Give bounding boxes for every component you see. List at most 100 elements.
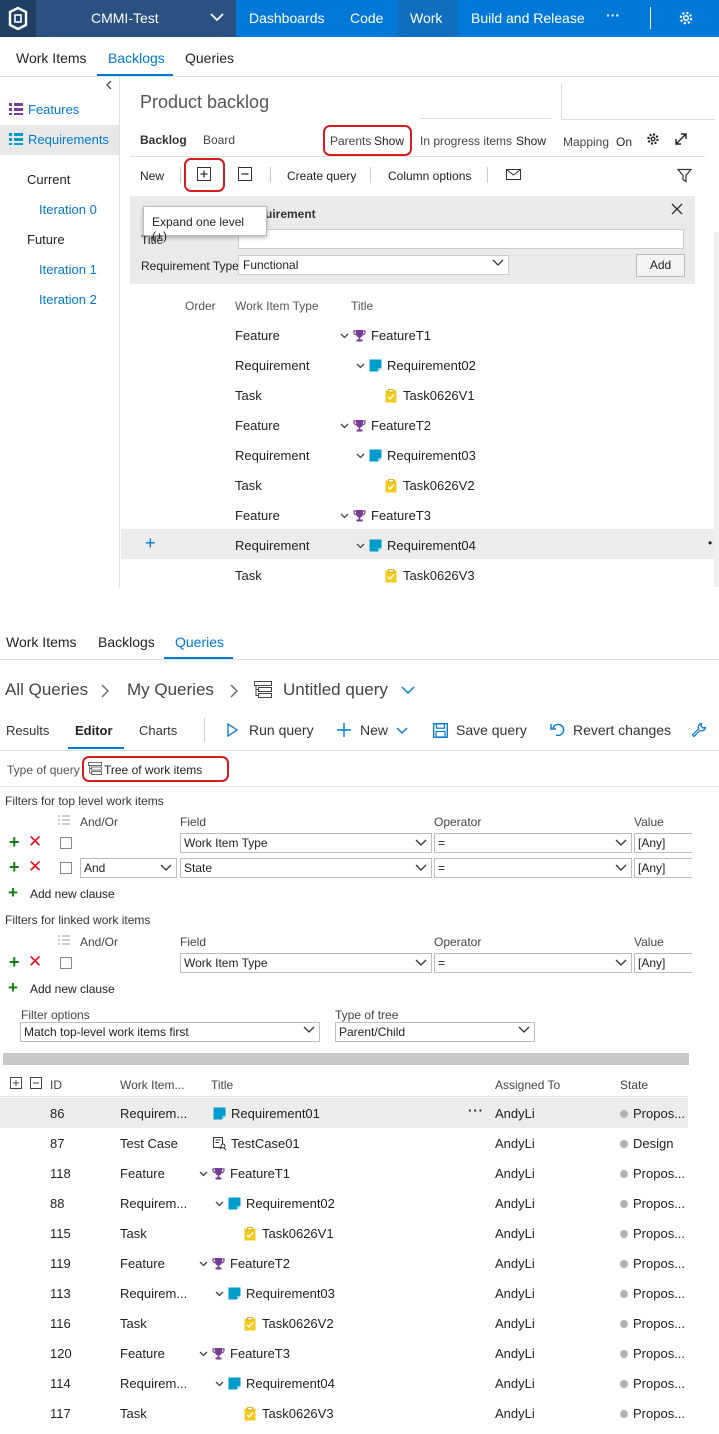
backlog-row-title[interactable]: Task0626V1 xyxy=(403,388,475,403)
clause-checkbox[interactable] xyxy=(60,957,72,969)
fullscreen-icon[interactable] xyxy=(674,132,688,146)
sidebar-item-features[interactable]: Features xyxy=(28,102,79,117)
sidebar-item-requirements[interactable]: Requirements xyxy=(28,132,109,147)
chevron-down-icon[interactable] xyxy=(215,1201,224,1207)
chevron-down-icon[interactable] xyxy=(340,513,349,519)
value-input[interactable]: [Any] xyxy=(634,953,692,973)
gear-icon[interactable] xyxy=(677,9,695,27)
backlog-row-title[interactable]: Task0626V2 xyxy=(403,478,475,493)
tab-editor[interactable]: Editor xyxy=(75,723,113,738)
backlog-row-title[interactable]: FeatureT3 xyxy=(371,508,431,523)
collapse-panel-icon[interactable] xyxy=(104,80,114,90)
tab-results[interactable]: Results xyxy=(6,723,49,738)
clause-checkbox[interactable] xyxy=(60,862,72,874)
remove-clause-icon[interactable]: ✕ xyxy=(28,857,42,877)
backlog-row-title[interactable]: FeatureT1 xyxy=(371,328,431,343)
results-col-type[interactable]: Work Item... xyxy=(120,1078,184,1092)
results-col-assigned[interactable]: Assigned To xyxy=(495,1078,560,1092)
requirement-type-select[interactable]: Functional xyxy=(238,255,509,275)
add-clause-icon[interactable]: + xyxy=(8,883,18,903)
add-clause-row-icon[interactable]: + xyxy=(9,952,20,973)
chevron-down-icon[interactable] xyxy=(340,333,349,339)
results-row[interactable] xyxy=(0,1158,688,1188)
chevron-down-icon[interactable] xyxy=(215,1291,224,1297)
results-row[interactable] xyxy=(0,1248,688,1278)
create-query-button[interactable]: Create query xyxy=(287,169,356,183)
results-row[interactable] xyxy=(0,1368,688,1398)
chevron-down-icon[interactable] xyxy=(356,543,365,549)
tab-backlogs[interactable]: Backlogs xyxy=(98,634,155,650)
result-title[interactable]: Task0626V3 xyxy=(262,1406,334,1421)
group-clauses-icon[interactable] xyxy=(58,935,70,945)
backlog-row-title[interactable]: Task0626V3 xyxy=(403,568,475,583)
remove-clause-icon[interactable]: ✕ xyxy=(28,832,42,852)
results-row[interactable] xyxy=(0,1098,688,1128)
results-row[interactable] xyxy=(0,1128,688,1158)
field-select[interactable]: Work Item Type xyxy=(180,953,432,973)
chevron-down-icon[interactable] xyxy=(356,363,365,369)
result-title[interactable]: FeatureT1 xyxy=(230,1166,290,1181)
inprogress-toggle[interactable]: Show xyxy=(516,134,546,148)
filter-icon[interactable] xyxy=(677,168,692,183)
chevron-down-icon[interactable] xyxy=(401,686,415,695)
tab-work-items[interactable]: Work Items xyxy=(6,634,77,650)
mail-icon[interactable] xyxy=(506,169,521,180)
results-row[interactable] xyxy=(0,1338,688,1368)
result-title[interactable]: Requirement01 xyxy=(231,1106,320,1121)
results-row[interactable] xyxy=(0,1218,688,1248)
collapse-all-icon[interactable] xyxy=(30,1077,42,1089)
add-button[interactable]: Add xyxy=(636,254,685,277)
breadcrumb-my-queries[interactable]: My Queries xyxy=(127,680,214,700)
result-title[interactable]: Task0626V2 xyxy=(262,1316,334,1331)
tab-queries[interactable]: Queries xyxy=(175,634,224,650)
collapse-icon[interactable] xyxy=(238,167,252,181)
result-title[interactable]: FeatureT3 xyxy=(230,1346,290,1361)
field-select[interactable]: State xyxy=(180,858,432,878)
sidebar-item-iteration0[interactable]: Iteration 0 xyxy=(39,202,97,217)
tab-queries[interactable]: Queries xyxy=(185,50,234,66)
horizontal-splitter[interactable] xyxy=(3,1053,689,1065)
tab-board[interactable]: Board xyxy=(203,133,235,147)
operator-select[interactable]: = xyxy=(434,953,632,973)
nav-dashboards[interactable]: Dashboards xyxy=(249,10,325,26)
value-input[interactable]: [Any] xyxy=(634,833,692,853)
result-title[interactable]: Requirement04 xyxy=(246,1376,335,1391)
results-row[interactable] xyxy=(0,1278,688,1308)
backlog-row-title[interactable]: Requirement02 xyxy=(387,358,476,373)
mapping-toggle[interactable]: On xyxy=(616,135,632,149)
tree-type-select[interactable]: Parent/Child xyxy=(335,1022,535,1042)
nav-build-release[interactable]: Build and Release xyxy=(471,10,585,26)
add-clause-row-icon[interactable]: + xyxy=(9,857,20,878)
chevron-down-icon[interactable] xyxy=(199,1171,208,1177)
title-input[interactable] xyxy=(238,229,684,249)
nav-code[interactable]: Code xyxy=(350,10,383,26)
backlog-row-title[interactable]: Requirement04 xyxy=(387,538,476,553)
add-clause-icon[interactable]: + xyxy=(8,978,18,998)
vsts-logo[interactable] xyxy=(0,0,36,37)
run-query-button[interactable]: Run query xyxy=(249,722,314,738)
chevron-down-icon[interactable] xyxy=(199,1351,208,1357)
group-clauses-icon[interactable] xyxy=(58,815,70,825)
remove-clause-icon[interactable]: ✕ xyxy=(28,952,42,972)
result-title[interactable]: FeatureT2 xyxy=(230,1256,290,1271)
sidebar-item-iteration1[interactable]: Iteration 1 xyxy=(39,262,97,277)
operator-select[interactable]: = xyxy=(434,858,632,878)
breadcrumb-all-queries[interactable]: All Queries xyxy=(5,680,88,700)
save-query-button[interactable]: Save query xyxy=(456,722,527,738)
value-input[interactable]: [Any] xyxy=(634,858,692,878)
chevron-down-icon[interactable] xyxy=(396,727,408,735)
tab-backlog[interactable]: Backlog xyxy=(140,133,187,147)
chevron-down-icon[interactable] xyxy=(340,423,349,429)
andor-select[interactable]: And xyxy=(80,858,177,878)
chevron-down-icon[interactable] xyxy=(199,1261,208,1267)
scrollbar[interactable] xyxy=(714,232,719,587)
result-title[interactable]: Task0626V1 xyxy=(262,1226,334,1241)
close-icon[interactable] xyxy=(671,203,683,215)
filter-options-select[interactable]: Match top-level work items first xyxy=(20,1022,320,1042)
tab-backlogs[interactable]: Backlogs xyxy=(108,50,165,66)
new-button[interactable]: New xyxy=(140,169,164,183)
result-title[interactable]: Requirement02 xyxy=(246,1196,335,1211)
operator-select[interactable]: = xyxy=(434,833,632,853)
results-col-title[interactable]: Title xyxy=(211,1078,233,1092)
field-select[interactable]: Work Item Type xyxy=(180,833,432,853)
